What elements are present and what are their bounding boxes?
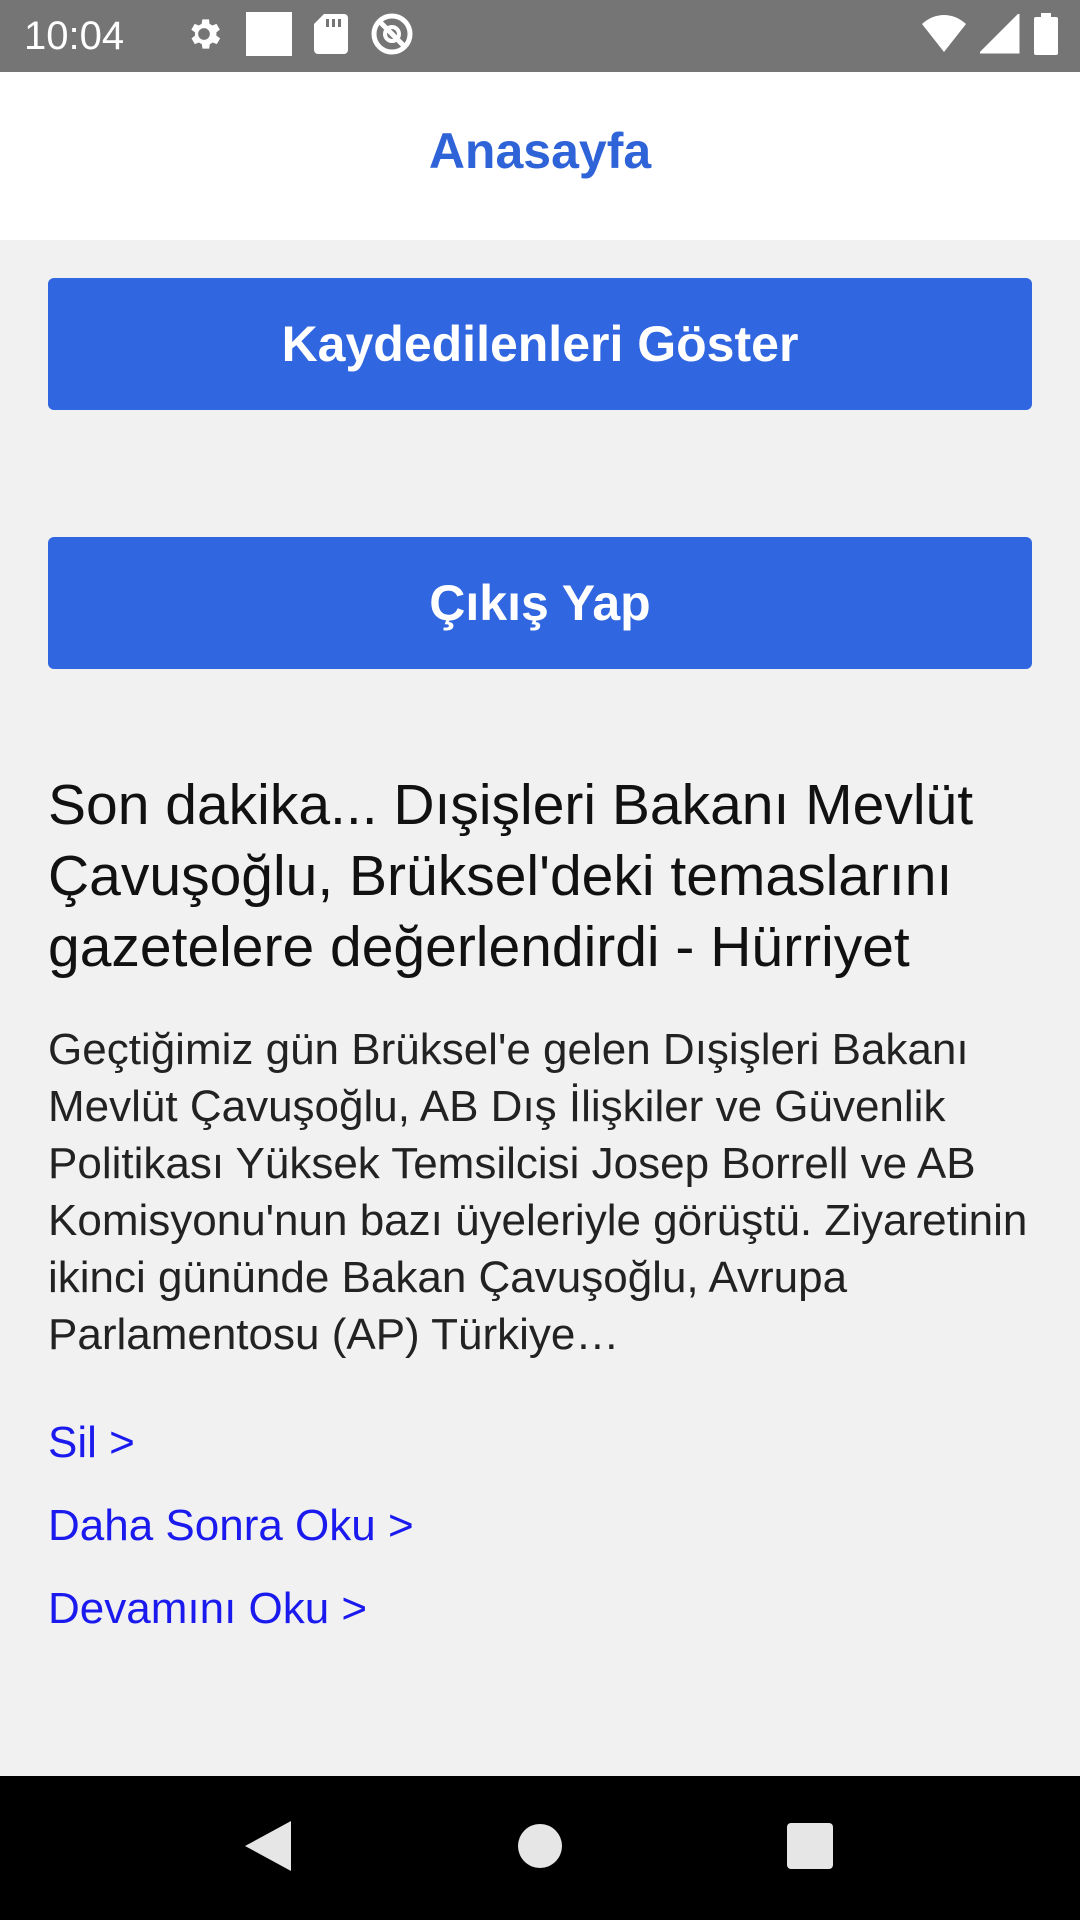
- app-bar: Anasayfa: [0, 72, 1080, 240]
- wifi-icon: [922, 14, 966, 59]
- delete-link[interactable]: Sil >: [48, 1401, 1038, 1484]
- read-later-link[interactable]: Daha Sonra Oku >: [48, 1484, 1038, 1567]
- show-saved-button[interactable]: Kaydedilenleri Göster: [48, 278, 1032, 410]
- back-button[interactable]: [208, 1776, 328, 1920]
- recents-button[interactable]: [750, 1776, 870, 1920]
- status-icons-right: [922, 11, 1058, 60]
- logout-button[interactable]: Çıkış Yap: [48, 537, 1032, 669]
- square-notification-icon: [246, 11, 292, 61]
- status-time: 10:04: [24, 13, 125, 58]
- sd-card-icon: [314, 13, 348, 59]
- article-links: Sil > Daha Sonra Oku > Devamını Oku >: [48, 1401, 1038, 1650]
- gear-icon: [184, 14, 224, 59]
- home-icon: [517, 1823, 563, 1874]
- page-title: Anasayfa: [428, 123, 652, 179]
- signal-icon: [978, 11, 1020, 59]
- main-content: Kaydedilenleri Göster Çıkış Yap Son daki…: [0, 240, 1080, 1776]
- status-icons-left: [184, 11, 414, 61]
- do-not-disturb-icon: [370, 12, 414, 61]
- navigation-bar: [0, 1776, 1080, 1920]
- article-summary: Geçtiğimiz gün Brüksel'e gelen Dışişleri…: [48, 1025, 1028, 1359]
- recents-icon: [787, 1822, 833, 1874]
- battery-icon: [1034, 12, 1058, 60]
- home-button[interactable]: [480, 1776, 600, 1920]
- article-title: Son dakika... Dışişleri Bakanı Mevlüt Ça…: [48, 773, 974, 979]
- news-article: Son dakika... Dışişleri Bakanı Mevlüt Ça…: [48, 770, 1038, 1650]
- back-icon: [245, 1820, 291, 1876]
- read-more-link[interactable]: Devamını Oku >: [48, 1567, 1038, 1650]
- status-bar: 10:04: [0, 0, 1080, 72]
